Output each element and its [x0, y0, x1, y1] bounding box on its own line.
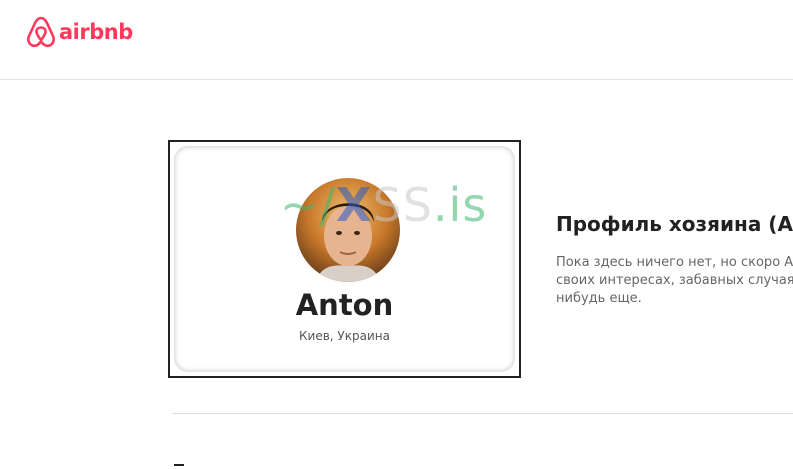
next-section-heading-stub [174, 464, 184, 466]
logo-wordmark: airbnb [59, 20, 133, 44]
airbnb-belo-icon [27, 16, 55, 48]
host-location: Киев, Украина [299, 329, 390, 343]
bio-line: Пока здесь ничего нет, но скоро Anton [556, 255, 793, 270]
user-avatar-photo [296, 178, 400, 282]
host-profile-card: ~/XSS.is Anton Киев, Украина [174, 146, 515, 372]
section-divider [172, 413, 793, 414]
airbnb-logo[interactable]: airbnb [26, 15, 133, 49]
host-name: Anton [295, 288, 394, 322]
profile-title: Профиль хозяина (Anton) [556, 212, 793, 236]
bio-line: нибудь еще. [556, 291, 642, 306]
host-profile-card-frame: ~/XSS.is Anton Киев, Украина [168, 140, 521, 378]
avatar [296, 178, 400, 282]
profile-bio: Пока здесь ничего нет, но скоро Anton св… [556, 254, 793, 308]
watermark-tail: .is [432, 178, 488, 232]
bio-line: своих интересах, забавных случаях [556, 273, 793, 288]
top-header: airbnb [0, 0, 793, 80]
